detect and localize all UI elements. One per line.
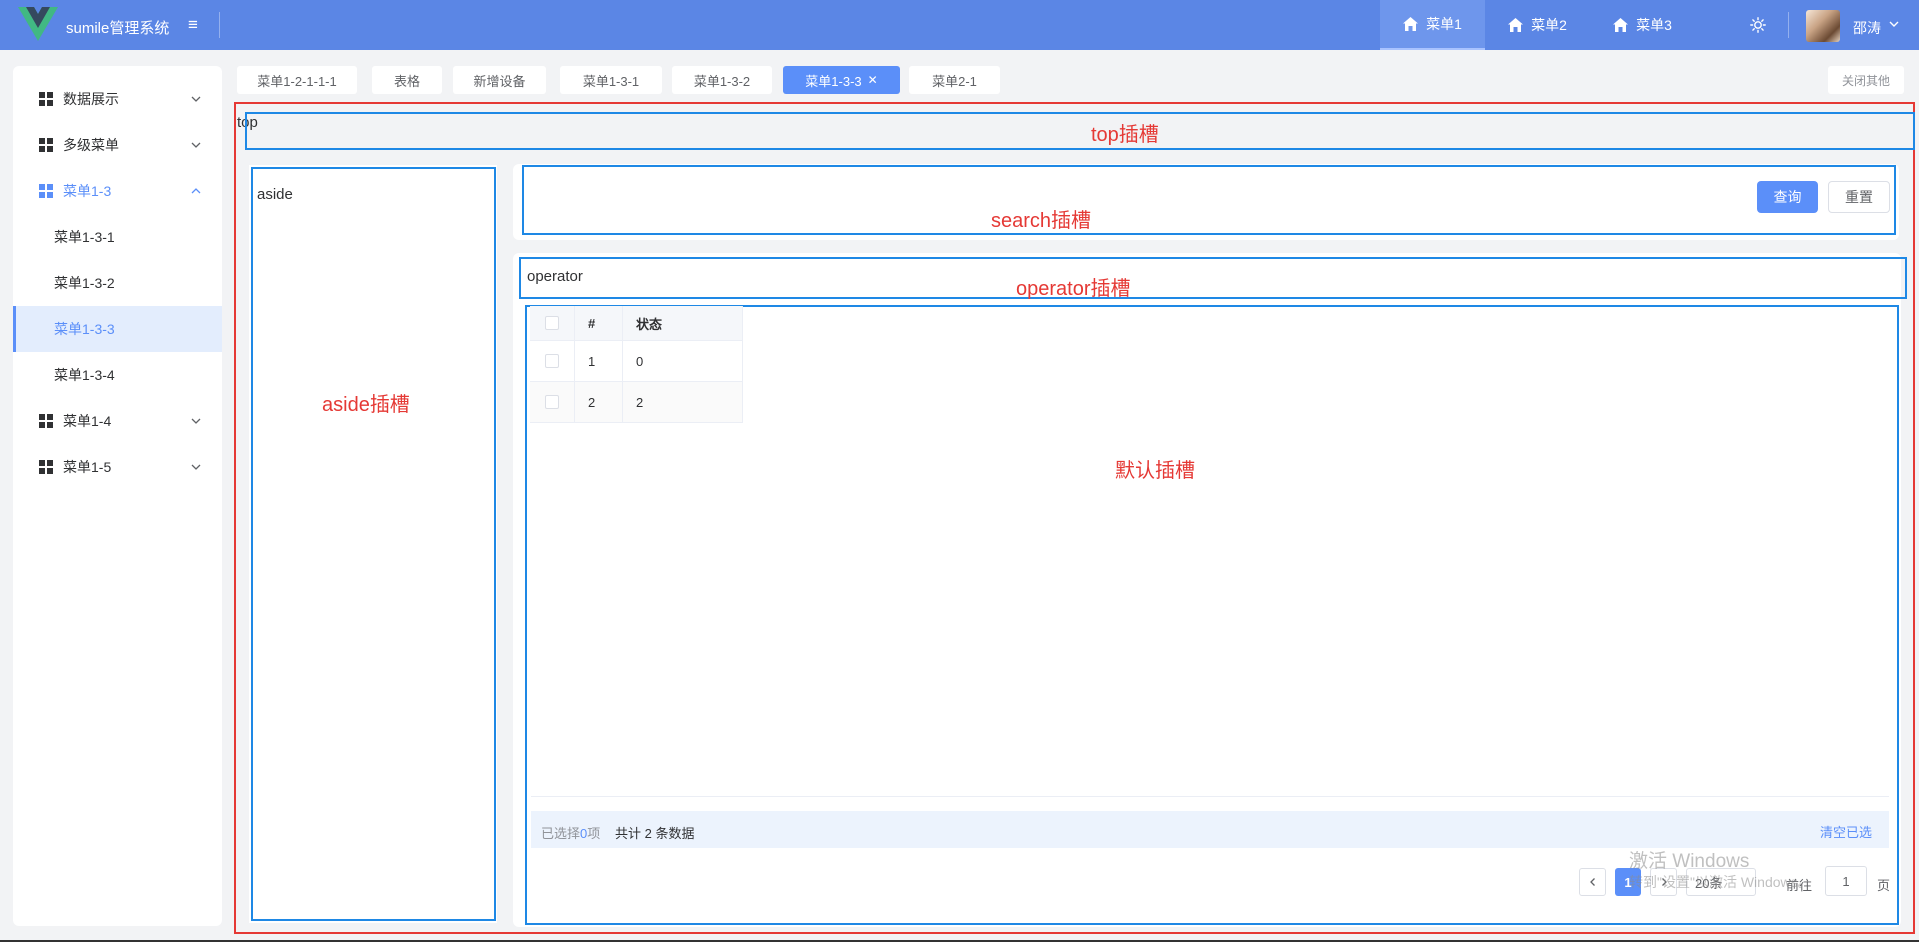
tab-menu2-1[interactable]: 菜单2-1 — [909, 66, 1000, 94]
query-button[interactable]: 查询 — [1757, 181, 1818, 213]
sidebar-item-menu1-4[interactable]: 菜单1-4 — [13, 398, 222, 444]
grid-icon — [39, 92, 53, 106]
selection-bar: 已选择0项 共计 2 条数据 清空已选 — [531, 811, 1889, 848]
sidebar-item-data-display[interactable]: 数据展示 — [13, 76, 222, 122]
grid-icon — [39, 414, 53, 428]
tab-table[interactable]: 表格 — [372, 66, 442, 94]
close-icon[interactable]: ✕ — [868, 73, 878, 87]
chevron-down-icon[interactable] — [1888, 18, 1900, 30]
username[interactable]: 邵涛 — [1853, 18, 1881, 38]
app-header: sumile管理系统 ≡ 菜单1 菜单2 菜单3 邵涛 — [0, 0, 1919, 50]
chevron-down-icon — [191, 96, 201, 102]
header-divider — [1788, 12, 1789, 38]
aside-slot-text: aside — [257, 186, 293, 203]
topnav-item-menu2[interactable]: 菜单2 — [1485, 0, 1590, 50]
sidebar-item-label: 菜单1-4 — [63, 413, 112, 429]
select-all-checkbox[interactable] — [545, 316, 559, 330]
sidebar-item-menu1-3[interactable]: 菜单1-3 — [13, 168, 222, 214]
top-nav: 菜单1 菜单2 菜单3 — [1380, 0, 1695, 50]
row-index: 1 — [575, 341, 623, 382]
tab-menu1-3-2[interactable]: 菜单1-3-2 — [672, 66, 772, 94]
sidebar-item-label: 菜单1-3 — [63, 183, 112, 199]
aside-slot-label: aside插槽 — [322, 394, 410, 416]
search-slot-label: search插槽 — [991, 210, 1092, 232]
chevron-up-icon — [191, 188, 201, 194]
tab-label: 菜单1-3-1 — [582, 73, 640, 89]
clear-selection-link[interactable]: 清空已选 — [1820, 822, 1872, 841]
row-checkbox[interactable] — [545, 354, 559, 368]
tab-menu1-2-1-1-1[interactable]: 菜单1-2-1-1-1 — [237, 66, 357, 94]
operator-slot-text: operator — [527, 268, 583, 285]
sidebar-item-label: 菜单1-5 — [63, 459, 112, 475]
operator-slot-box — [519, 257, 1907, 299]
tab-menu1-3-3[interactable]: 菜单1-3-3 ✕ — [783, 66, 900, 94]
row-select-cell — [530, 382, 575, 423]
vue-logo-icon[interactable] — [18, 7, 58, 43]
row-index: 2 — [575, 382, 623, 423]
chevron-down-icon — [191, 464, 201, 470]
aside-slot-box — [251, 167, 496, 921]
home-icon — [1613, 18, 1629, 32]
sidebar-item-multilevel[interactable]: 多级菜单 — [13, 122, 222, 168]
sidebar-item-menu1-5[interactable]: 菜单1-5 — [13, 444, 222, 490]
page-suffix: 页 — [1877, 878, 1891, 893]
row-status: 2 — [623, 382, 743, 423]
sidebar: 数据展示 多级菜单 菜单1-3 菜单1-3-1 菜单1-3-2 菜单1-3-3 … — [13, 66, 222, 926]
app-title: sumile管理系统 — [66, 20, 170, 37]
operator-slot-label: operator插槽 — [1016, 278, 1131, 300]
home-icon — [1508, 18, 1524, 32]
close-others-button[interactable]: 关闭其他 — [1828, 66, 1904, 94]
tab-add-device[interactable]: 新增设备 — [453, 66, 546, 94]
reset-button[interactable]: 重置 — [1828, 181, 1890, 213]
search-slot-box — [522, 165, 1896, 235]
tab-label: 菜单1-2-1-1-1 — [257, 73, 337, 89]
topnav-label: 菜单1 — [1426, 16, 1462, 32]
chevron-down-icon — [191, 418, 201, 424]
grid-icon — [39, 184, 53, 198]
grid-icon — [39, 460, 53, 474]
selection-prefix: 已选择 — [541, 826, 581, 841]
hamburger-icon[interactable]: ≡ — [188, 15, 198, 35]
tab-label: 菜单1-3-3 — [805, 73, 862, 89]
tab-label: 菜单2-1 — [932, 73, 977, 89]
home-icon — [1403, 17, 1419, 31]
activation-watermark-title: 激活 Windows — [1629, 851, 1750, 872]
sidebar-item-label: 数据展示 — [63, 91, 119, 107]
goto-page-input[interactable] — [1825, 866, 1867, 896]
topnav-item-menu3[interactable]: 菜单3 — [1590, 0, 1695, 50]
selection-info: 已选择0项 — [541, 823, 600, 842]
topnav-item-menu1[interactable]: 菜单1 — [1380, 0, 1485, 50]
activation-watermark-subtitle: 转到"设置"以激活 Windows。 — [1629, 874, 1812, 890]
row-checkbox[interactable] — [545, 395, 559, 409]
topnav-label: 菜单3 — [1636, 17, 1672, 33]
tab-label: 表格 — [393, 73, 420, 89]
grid-icon — [39, 138, 53, 152]
sidebar-subitem-1-3-2[interactable]: 菜单1-3-2 — [13, 260, 222, 306]
tab-menu1-3-1[interactable]: 菜单1-3-1 — [560, 66, 662, 94]
top-slot-label: top插槽 — [1091, 124, 1159, 146]
chevron-down-icon — [191, 142, 201, 148]
prev-page-button[interactable] — [1579, 868, 1606, 896]
table-header-status: 状态 — [623, 306, 743, 341]
chevron-left-icon — [1589, 878, 1595, 886]
row-select-cell — [530, 341, 575, 382]
tab-label: 新增设备 — [473, 73, 526, 89]
table-bottom-divider — [531, 796, 1889, 797]
default-slot-label: 默认插槽 — [1115, 460, 1195, 482]
total-count: 共计 2 条数据 — [615, 826, 695, 841]
row-status: 0 — [623, 341, 743, 382]
header-divider — [219, 12, 220, 38]
top-slot-box — [245, 112, 1915, 150]
selection-suffix: 项 — [587, 826, 601, 841]
sidebar-subitem-1-3-1[interactable]: 菜单1-3-1 — [13, 214, 222, 260]
sidebar-item-label: 多级菜单 — [63, 137, 119, 153]
sidebar-subitem-1-3-4[interactable]: 菜单1-3-4 — [13, 352, 222, 398]
avatar[interactable] — [1806, 10, 1840, 42]
topnav-label: 菜单2 — [1531, 17, 1567, 33]
table-header-select — [530, 306, 575, 341]
tab-label: 菜单1-3-2 — [693, 73, 751, 89]
sun-icon[interactable] — [1750, 17, 1766, 33]
sidebar-subitem-1-3-3[interactable]: 菜单1-3-3 — [13, 306, 222, 352]
table-header-index: # — [575, 306, 623, 341]
